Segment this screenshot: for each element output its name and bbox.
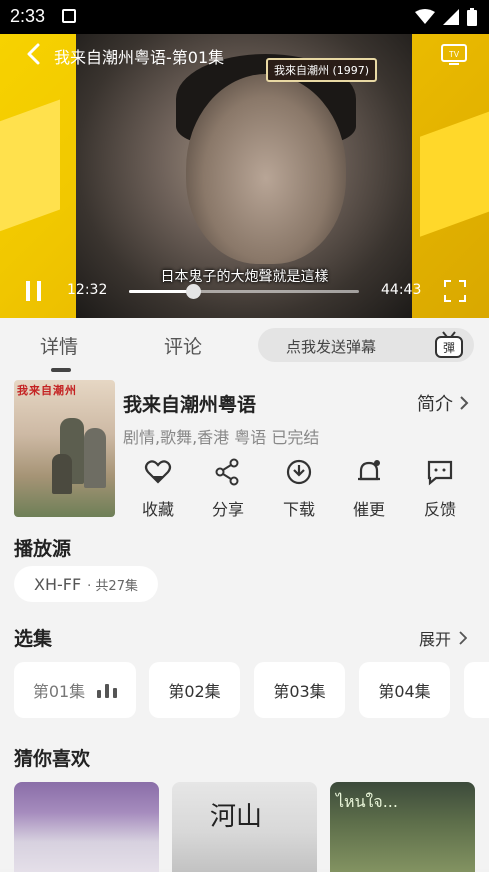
signal-icon	[443, 9, 459, 25]
download-label: 下载	[282, 500, 315, 519]
poster-title: 我来自潮州	[17, 384, 77, 397]
episode-item-02[interactable]: 第02集	[149, 662, 240, 718]
status-bar: 2:33	[0, 0, 489, 34]
total-time: 44:43	[381, 282, 422, 298]
playing-icon	[97, 682, 118, 698]
share-button[interactable]: 分享	[203, 458, 253, 520]
fullscreen-icon[interactable]	[444, 280, 466, 302]
wifi-icon	[415, 9, 435, 24]
recommend-card[interactable]: ไหนใจ...	[330, 782, 475, 872]
expand-episodes-button[interactable]: 展开	[419, 626, 467, 650]
episode-item-04[interactable]: 第04集	[359, 662, 450, 718]
intro-link[interactable]: 简介	[417, 390, 469, 416]
bg-shape	[420, 111, 489, 237]
download-icon	[286, 459, 312, 485]
recommend-card[interactable]	[14, 782, 159, 872]
detail-content: 详情 评论 点我发送弹幕 彈 我来自潮州 我来自潮州粤语 简介 剧情,歌舞,香港…	[0, 318, 489, 872]
tabs-row: 详情 评论 点我发送弹幕 彈	[0, 318, 489, 372]
danmaku-icon-text: 彈	[443, 341, 455, 355]
show-title: 我来自潮州粤语	[123, 394, 257, 416]
remind-update-button[interactable]: 催更	[344, 458, 394, 520]
episode-item-01[interactable]: 第01集	[14, 662, 136, 718]
share-label: 分享	[211, 500, 244, 519]
tab-indicator	[51, 368, 71, 372]
video-title: 我来自潮州粤语-第01集	[54, 48, 225, 67]
danmaku-placeholder: 点我发送弹幕	[286, 338, 377, 356]
chevron-right-icon	[460, 396, 469, 410]
action-bar: 收藏 分享 下载 催更 反馈	[122, 458, 482, 520]
episode-label: 第02集	[168, 682, 221, 701]
show-meta: 剧情,歌舞,香港 粤语 已完结	[123, 428, 320, 447]
danmaku-input[interactable]: 点我发送弹幕 彈	[258, 328, 474, 362]
status-indicators	[415, 8, 477, 26]
favorite-label: 收藏	[141, 500, 174, 519]
share-icon	[215, 458, 239, 486]
poster-figure	[84, 428, 106, 488]
recommend-card[interactable]: 河山	[172, 782, 317, 872]
bg-shape	[0, 99, 60, 239]
source-option[interactable]: XH-FF · 共27集	[14, 566, 158, 602]
recommend-card-title: 河山	[210, 802, 263, 832]
notification-icon	[62, 9, 76, 23]
expand-label: 展开	[418, 630, 451, 649]
episode-label: 第04集	[378, 682, 431, 701]
intro-label: 简介	[417, 394, 453, 415]
tab-detail[interactable]: 详情	[40, 332, 78, 359]
recommend-heading: 猜你喜欢	[14, 748, 91, 770]
feedback-button[interactable]: 反馈	[415, 458, 465, 520]
source-name: XH-FF	[34, 574, 82, 594]
recommend-card-title: ไหนใจ...	[336, 792, 398, 811]
back-icon[interactable]	[22, 42, 46, 66]
remind-update-label: 催更	[352, 500, 385, 519]
recommend-list: 河山 ไหนใจ...	[14, 782, 489, 872]
pause-icon[interactable]	[24, 280, 44, 302]
status-time: 2:33	[10, 6, 46, 26]
favorite-button[interactable]: 收藏	[133, 458, 183, 520]
episodes-heading: 选集	[14, 628, 53, 650]
show-poster[interactable]: 我来自潮州	[14, 380, 115, 517]
svg-text:TV: TV	[449, 50, 460, 59]
danmaku-icon[interactable]: 彈	[434, 331, 464, 359]
episode-list: 第01集 第02集 第03集 第04集	[14, 662, 489, 718]
poster-figure	[52, 454, 72, 494]
player-top-bar: 我来自潮州粤语-第01集 TV	[0, 34, 489, 76]
video-figure	[186, 74, 346, 264]
feedback-label: 反馈	[423, 500, 456, 519]
source-count: · 共27集	[87, 578, 138, 594]
player-controls: 12:32 44:43	[0, 276, 489, 316]
progress-thumb[interactable]	[186, 284, 202, 299]
bell-icon	[358, 460, 380, 481]
episode-item-03[interactable]: 第03集	[254, 662, 345, 718]
feedback-icon	[427, 460, 453, 486]
tv-cast-icon[interactable]: TV	[441, 42, 467, 66]
episode-label: 第03集	[273, 682, 326, 701]
episode-label: 第01集	[32, 682, 86, 701]
progress-bar[interactable]	[129, 284, 359, 299]
episode-item-more[interactable]	[464, 662, 489, 718]
source-heading: 播放源	[14, 538, 72, 560]
tab-comment[interactable]: 评论	[164, 332, 202, 359]
current-time: 12:32	[67, 282, 108, 298]
chevron-right-icon	[459, 631, 467, 645]
progress-fill	[129, 290, 194, 293]
heart-icon	[144, 460, 172, 484]
video-player[interactable]: 我來自潮州 (1997) 我来自潮州粤语-第01集 TV 日本鬼子的大炮聲就是這…	[0, 34, 489, 318]
battery-icon	[467, 8, 477, 26]
download-button[interactable]: 下载	[274, 458, 324, 520]
